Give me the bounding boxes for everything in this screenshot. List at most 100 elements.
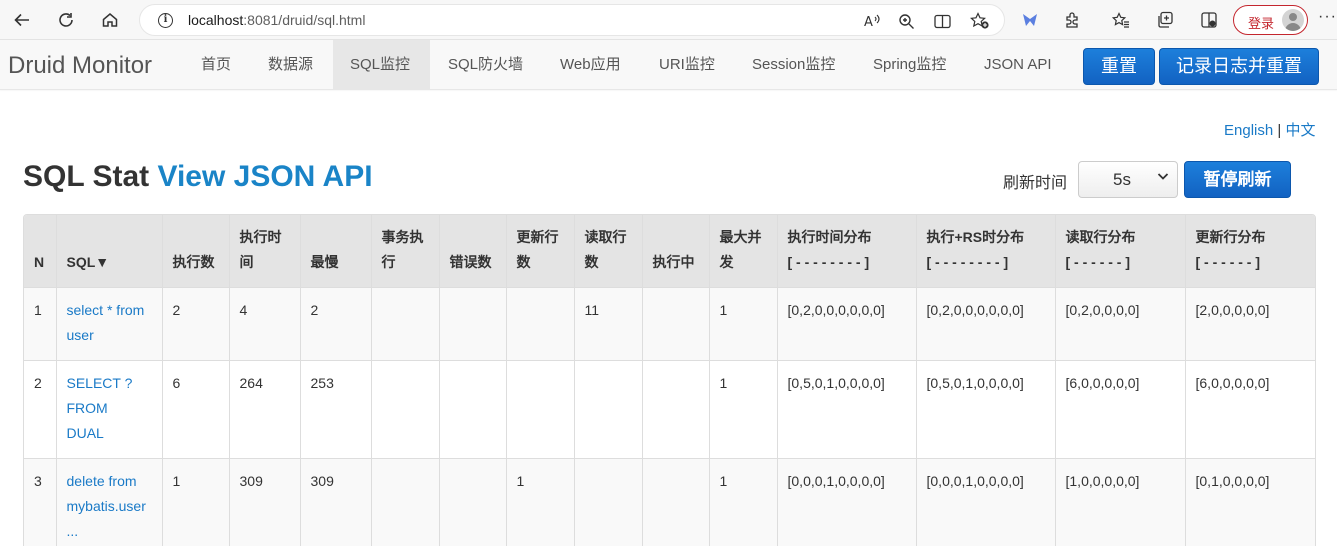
url-text[interactable]: localhost:8081/druid/sql.html: [188, 12, 365, 28]
brand[interactable]: Druid Monitor: [8, 52, 152, 80]
column-header[interactable]: 执行时间: [228, 215, 301, 288]
zoom-icon[interactable]: [894, 9, 918, 33]
table-cell: 264: [228, 360, 301, 459]
column-header[interactable]: N: [24, 215, 57, 288]
column-header-text: 读取行分布: [1065, 229, 1136, 245]
page-title: SQL Stat View JSON API: [23, 160, 373, 194]
sql-cell: delete from mybatis.user...: [55, 458, 163, 546]
table-cell: [6,0,0,0,0,0]: [1054, 360, 1186, 459]
table-cell: [0,2,0,0,0,0]: [1054, 287, 1186, 361]
back-icon[interactable]: [8, 6, 36, 34]
table-cell: 11: [573, 287, 643, 361]
read-aloud-icon[interactable]: A: [860, 9, 884, 33]
table-cell: 2: [161, 287, 230, 361]
favorites-icon[interactable]: [1108, 7, 1134, 33]
table-cell: [641, 458, 710, 546]
table-cell: 309: [228, 458, 301, 546]
site-info-icon[interactable]: i: [158, 13, 173, 28]
column-header[interactable]: 更新行数: [505, 215, 575, 288]
sql-text-line: user: [66, 327, 94, 343]
table-cell: [573, 360, 643, 459]
table-cell: 2: [299, 287, 372, 361]
sql-stat-table: N SQL▼ 执行数 执行时间最慢 事务执行错误数 更新行数读取行数执行中 最大并发执行时间…: [23, 214, 1316, 546]
copilot-icon[interactable]: [1017, 7, 1043, 33]
table-cell: [0,2,0,0,0,0,0,0]: [776, 287, 917, 361]
column-header[interactable]: 事务执行: [370, 215, 440, 288]
column-header[interactable]: 最慢: [299, 215, 372, 288]
avatar: [1282, 9, 1304, 31]
table-cell: [370, 458, 440, 546]
table-header-row: N SQL▼ 执行数 执行时间最慢 事务执行错误数 更新行数读取行数执行中 最大并发执行时间…: [24, 215, 1315, 288]
nav-sql-monitor[interactable]: SQL监控: [333, 40, 430, 89]
chevron-down-icon: [1157, 169, 1169, 186]
nav-session-monitor[interactable]: Session监控: [752, 40, 835, 89]
column-header-sql-sortable[interactable]: SQL▼: [55, 215, 163, 288]
column-header[interactable]: 更新行分布 [ - - - - - - ]: [1184, 215, 1315, 288]
column-header[interactable]: 读取行分布 [ - - - - - - ]: [1054, 215, 1186, 288]
sql-text-line: select * from: [66, 302, 145, 318]
column-header[interactable]: 执行时间分布 [ - - - - - - - - ]: [776, 215, 917, 288]
add-favorite-icon[interactable]: [968, 9, 992, 33]
column-header-text: 发: [719, 254, 734, 270]
nav-datasource[interactable]: 数据源: [268, 40, 313, 89]
pause-refresh-button[interactable]: 暂停刷新: [1184, 161, 1291, 198]
table-cell: [641, 287, 710, 361]
column-header[interactable]: 执行+RS时分布 [ - - - - - - - - ]: [915, 215, 1056, 288]
column-header[interactable]: 执行中: [641, 215, 710, 288]
column-header-text: 执行+RS时分布: [926, 229, 1025, 245]
refresh-icon[interactable]: [52, 6, 80, 34]
login-label: 登录: [1248, 16, 1275, 31]
collections-icon[interactable]: [1152, 7, 1178, 33]
lang-english-link[interactable]: English: [1224, 122, 1273, 139]
refresh-interval-select[interactable]: 5s: [1078, 161, 1178, 198]
table-cell: [6,0,0,0,0,0]: [1184, 360, 1315, 459]
nav-web-app[interactable]: Web应用: [560, 40, 621, 89]
home-icon[interactable]: [96, 6, 124, 34]
lang-separator: |: [1277, 122, 1282, 139]
column-header-text: N: [34, 254, 45, 270]
page-title-text: SQL Stat: [23, 160, 150, 193]
table-cell: 253: [299, 360, 372, 459]
browser-essentials-icon[interactable]: [1196, 7, 1222, 33]
nav-home[interactable]: 首页: [201, 40, 231, 89]
table-cell: 1: [708, 360, 778, 459]
table-cell: 309: [299, 458, 372, 546]
extensions-icon[interactable]: [1060, 7, 1086, 33]
table-cell: 4: [228, 287, 301, 361]
table-cell: [0,5,0,1,0,0,0,0]: [776, 360, 917, 459]
browser-toolbar: i localhost:8081/druid/sql.html A 登录 ···: [0, 0, 1337, 40]
table-cell: [505, 360, 575, 459]
language-switcher: English | 中文: [1224, 119, 1315, 140]
table-cell: [641, 360, 710, 459]
address-bar[interactable]: i localhost:8081/druid/sql.html A: [139, 4, 1005, 36]
column-header[interactable]: 最大并发: [708, 215, 778, 288]
profile-button[interactable]: 登录: [1233, 5, 1308, 35]
column-header[interactable]: 错误数: [438, 215, 507, 288]
sql-text-line: SELECT ?: [66, 375, 133, 391]
view-json-api-link[interactable]: View JSON API: [157, 160, 372, 193]
table-cell: [370, 287, 440, 361]
sql-detail-link[interactable]: select * from user: [67, 298, 152, 348]
column-header-text: [ - - - - - - ]: [1065, 254, 1131, 270]
table-cell: 1: [161, 458, 230, 546]
column-header-text: 执行时间分布: [787, 229, 872, 245]
sql-detail-link[interactable]: SELECT ? FROM DUAL: [67, 371, 152, 446]
nav-uri-monitor[interactable]: URI监控: [659, 40, 715, 89]
nav-json-api[interactable]: JSON API: [984, 40, 1052, 89]
sql-text-line: delete from: [66, 473, 137, 489]
lang-chinese-link[interactable]: 中文: [1285, 122, 1315, 139]
column-header-text: 最慢: [310, 254, 339, 270]
more-options-icon[interactable]: ···: [1318, 8, 1337, 26]
sql-detail-link[interactable]: delete from mybatis.user...: [67, 469, 152, 544]
url-host: localhost: [188, 12, 244, 28]
column-header-text: [ - - - - - - - - ]: [787, 254, 870, 270]
reset-button[interactable]: 重置: [1083, 48, 1155, 85]
log-and-reset-button[interactable]: 记录日志并重置: [1159, 48, 1319, 85]
reader-view-icon[interactable]: [930, 9, 954, 33]
column-header[interactable]: 执行数: [161, 215, 230, 288]
nav-sql-firewall[interactable]: SQL防火墙: [448, 40, 523, 89]
nav-spring-monitor[interactable]: Spring监控: [873, 40, 946, 89]
table-cell: [438, 458, 507, 546]
column-header[interactable]: 读取行数: [573, 215, 643, 288]
table-cell: [2,0,0,0,0,0]: [1184, 287, 1315, 361]
